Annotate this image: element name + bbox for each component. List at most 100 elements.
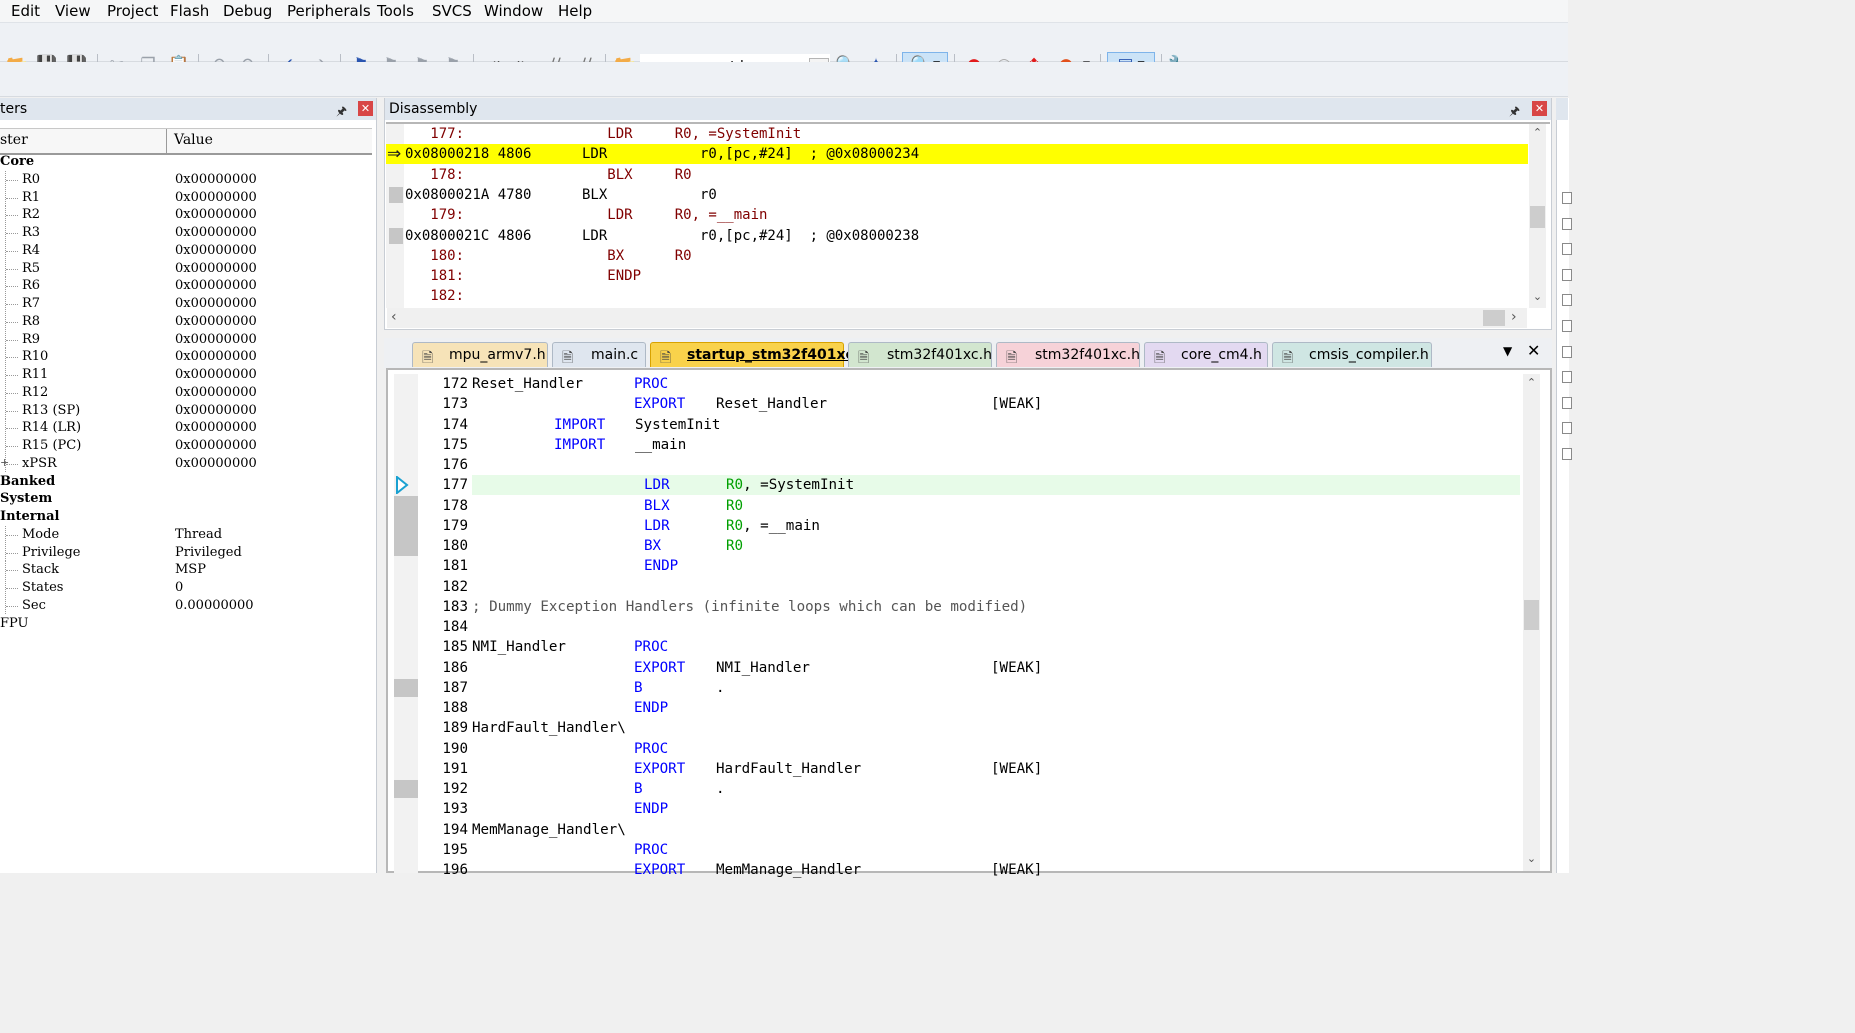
- register-value[interactable]: MSP: [175, 561, 206, 579]
- register-row[interactable]: R15 (PC) 0x00000000: [0, 437, 372, 455]
- register-value[interactable]: Thread: [175, 526, 222, 544]
- menu-tools[interactable]: Tools: [375, 1, 416, 21]
- tab-cmsis-compiler[interactable]: 🗎 cmsis_compiler.h: [1272, 342, 1432, 367]
- register-row[interactable]: Privilege Privileged: [0, 543, 372, 562]
- disassembly-source-line[interactable]: 181: ENDP: [405, 266, 641, 286]
- chevron-up-icon[interactable]: ⌃: [1529, 126, 1546, 139]
- register-row[interactable]: R8 0x00000000: [0, 312, 372, 331]
- disassembly-hscroll[interactable]: ‹ ›: [387, 308, 1527, 328]
- register-row[interactable]: R3 0x00000000: [0, 224, 372, 242]
- checkbox-icon[interactable]: [1562, 217, 1572, 230]
- register-value[interactable]: 0x00000000: [175, 295, 257, 313]
- register-value[interactable]: 0x00000000: [175, 366, 257, 384]
- disassembly-source-line[interactable]: 178: BLX R0: [405, 165, 691, 185]
- menu-svcs[interactable]: SVCS: [430, 1, 474, 21]
- register-value[interactable]: 0x00000000: [175, 384, 257, 402]
- tab-stm32f401xc-h-2[interactable]: 🗎 stm32f401xc.h: [996, 342, 1140, 367]
- register-row[interactable]: R14 (LR) 0x00000000: [0, 419, 372, 437]
- expand-icon[interactable]: +: [0, 454, 9, 472]
- checkbox-icon[interactable]: [1562, 192, 1572, 204]
- checkbox-icon[interactable]: [1562, 448, 1572, 460]
- disassembly-instruction[interactable]: 0x08000218 4806 LDR r0,[pc,#24] ; @0x080…: [405, 144, 919, 164]
- disassembly-instruction[interactable]: 0x0800021C 4806 LDR r0,[pc,#24] ; @0x080…: [405, 226, 919, 246]
- scroll-thumb[interactable]: [1524, 600, 1539, 630]
- register-row[interactable]: R5 0x00000000: [0, 259, 372, 278]
- chevron-left-icon[interactable]: ‹: [391, 309, 397, 325]
- chevron-down-icon[interactable]: ⌄: [1529, 290, 1546, 303]
- close-icon[interactable]: ✕: [1527, 341, 1540, 360]
- register-group[interactable]: System: [0, 490, 372, 508]
- register-row[interactable]: R2 0x00000000: [0, 206, 372, 224]
- menu-flash[interactable]: Flash: [168, 1, 211, 21]
- register-value[interactable]: 0x00000000: [175, 224, 257, 242]
- register-row[interactable]: R11 0x00000000: [0, 366, 372, 384]
- menu-help[interactable]: Help: [556, 1, 594, 21]
- checkbox-icon[interactable]: [1562, 243, 1572, 256]
- close-icon[interactable]: ✕: [1532, 101, 1547, 116]
- register-value[interactable]: 0x00000000: [175, 171, 257, 189]
- register-row[interactable]: R13 (SP) 0x00000000: [0, 401, 372, 420]
- register-row[interactable]: R12 0x00000000: [0, 383, 372, 402]
- disassembly-source-line[interactable]: 179: LDR R0, =__main: [405, 205, 767, 225]
- register-value[interactable]: 0x00000000: [175, 277, 257, 295]
- register-row[interactable]: States 0: [0, 579, 372, 597]
- disassembly-source-line[interactable]: 177: LDR R0, =SystemInit: [405, 124, 801, 144]
- register-row[interactable]: R10 0x00000000: [0, 348, 372, 366]
- editor-vscroll[interactable]: ⌃ ⌄: [1523, 374, 1540, 871]
- register-row[interactable]: R7 0x00000000: [0, 295, 372, 313]
- tab-mpu-armv7[interactable]: 🗎 mpu_armv7.h: [412, 342, 548, 367]
- register-row[interactable]: R6 0x00000000: [0, 277, 372, 295]
- checkbox-icon[interactable]: [1562, 268, 1572, 281]
- tab-stm32f401xc-h-1[interactable]: 🗎 stm32f401xc.h: [848, 342, 992, 367]
- checkbox-icon[interactable]: [1562, 422, 1572, 435]
- register-row[interactable]: Mode Thread: [0, 525, 372, 544]
- register-row[interactable]: R9 0x00000000: [0, 330, 372, 349]
- tab-main-c[interactable]: 🗎 main.c: [552, 342, 646, 367]
- chevron-up-icon[interactable]: ⌃: [1523, 376, 1540, 389]
- menu-peripherals[interactable]: Peripherals: [285, 1, 373, 21]
- checkbox-icon[interactable]: [1562, 345, 1572, 358]
- register-value[interactable]: Privileged: [175, 544, 242, 562]
- tab-startup-stm32f401xc[interactable]: 🗎 startup_stm32f401xc.s: [650, 342, 867, 367]
- disassembly-source-line[interactable]: 180: BX R0: [405, 246, 691, 266]
- register-group[interactable]: Internal: [0, 508, 372, 526]
- register-value[interactable]: 0x00000000: [175, 455, 257, 473]
- register-row[interactable]: Stack MSP: [0, 561, 372, 579]
- disassembly-instruction[interactable]: 0x0800021A 4780 BLX r0: [405, 185, 717, 205]
- tab-core-cm4[interactable]: 🗎 core_cm4.h: [1144, 342, 1268, 367]
- register-value[interactable]: 0x00000000: [175, 331, 257, 349]
- checkbox-icon[interactable]: [1562, 294, 1572, 307]
- register-group[interactable]: FPU: [0, 615, 372, 633]
- register-value[interactable]: 0x00000000: [175, 419, 257, 437]
- scroll-thumb[interactable]: [1530, 206, 1545, 228]
- menu-debug[interactable]: Debug: [221, 1, 274, 21]
- register-row[interactable]: Sec 0.00000000: [0, 596, 372, 615]
- chevron-right-icon[interactable]: ›: [1511, 309, 1517, 325]
- register-value[interactable]: 0x00000000: [175, 348, 257, 366]
- column-value[interactable]: Value: [174, 132, 213, 148]
- register-value[interactable]: 0x00000000: [175, 242, 257, 260]
- register-row[interactable]: + xPSR 0x00000000: [0, 454, 372, 473]
- menu-view[interactable]: View: [53, 1, 93, 21]
- register-value[interactable]: 0x00000000: [175, 189, 257, 207]
- scroll-thumb[interactable]: [1483, 310, 1505, 326]
- chevron-down-icon[interactable]: ⌄: [1523, 852, 1540, 865]
- register-value[interactable]: 0: [175, 579, 183, 597]
- menu-edit[interactable]: Edit: [9, 1, 42, 21]
- register-group[interactable]: Banked: [0, 473, 372, 491]
- register-value[interactable]: 0x00000000: [175, 402, 257, 420]
- disassembly-vscroll[interactable]: ⌃ ⌄: [1529, 124, 1546, 308]
- register-value[interactable]: 0x00000000: [175, 437, 257, 455]
- checkbox-icon[interactable]: [1562, 371, 1572, 384]
- menu-project[interactable]: Project: [105, 1, 160, 21]
- disassembly-source-line[interactable]: 182:: [405, 286, 464, 306]
- register-row[interactable]: R4 0x00000000: [0, 241, 372, 260]
- register-value[interactable]: 0x00000000: [175, 313, 257, 331]
- menu-window[interactable]: Window: [482, 1, 545, 21]
- column-register[interactable]: ster: [0, 132, 28, 148]
- tab-list-dropdown-icon[interactable]: ▼: [1503, 344, 1512, 358]
- register-group[interactable]: Core: [0, 153, 372, 171]
- checkbox-icon[interactable]: [1562, 396, 1572, 409]
- pin-icon[interactable]: 🖈: [1509, 100, 1520, 122]
- register-value[interactable]: 0x00000000: [175, 206, 257, 224]
